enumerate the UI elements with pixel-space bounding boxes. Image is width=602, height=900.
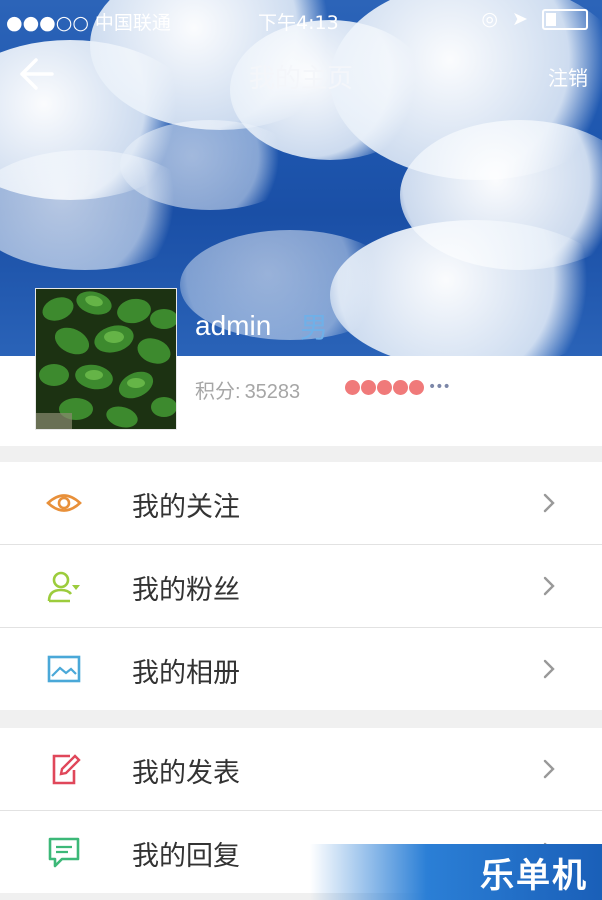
gender-label: 男 bbox=[300, 311, 329, 344]
score-value: 35283 bbox=[244, 381, 301, 403]
menu-item-label: 我的关注 bbox=[132, 492, 240, 523]
level-indicator: ••• bbox=[345, 379, 451, 395]
logout-button[interactable]: 注销 bbox=[548, 62, 588, 91]
menu-item-label: 我的发表 bbox=[132, 758, 240, 789]
menu-item-label: 我的粉丝 bbox=[132, 575, 240, 606]
level-dot bbox=[345, 379, 360, 395]
menu-item-label: 我的回复 bbox=[132, 841, 240, 872]
alarm-icon: ◎ bbox=[481, 8, 498, 30]
menu-item-label: 我的相册 bbox=[132, 658, 240, 689]
menu-item-fans[interactable]: 我的粉丝 bbox=[0, 545, 602, 628]
clock-text: 下午4:13 bbox=[258, 12, 339, 34]
eye-icon bbox=[46, 494, 82, 512]
image-icon bbox=[47, 655, 81, 683]
watermark-text: 乐单机 bbox=[480, 856, 588, 896]
score-label: 积分: bbox=[195, 381, 241, 403]
menu-item-following[interactable]: 我的关注 bbox=[0, 462, 602, 545]
menu-group-social: 我的关注 我的粉丝 我的相册 bbox=[0, 462, 602, 710]
level-dot bbox=[409, 379, 424, 395]
comment-icon bbox=[48, 837, 80, 868]
carrier-text: ●●●○○ 中国联通 bbox=[6, 12, 171, 34]
level-dot bbox=[377, 379, 392, 395]
navigation-bar: 我的主页 注销 bbox=[0, 48, 602, 102]
chevron-right-icon bbox=[543, 576, 555, 596]
more-dots: ••• bbox=[428, 379, 451, 395]
user-follow-icon bbox=[47, 571, 80, 603]
status-bar: ●●●○○ 中国联通 下午4:13 ◎ ➤ bbox=[0, 0, 602, 40]
chevron-right-icon bbox=[543, 659, 555, 679]
level-dot bbox=[361, 379, 376, 395]
menu-item-album[interactable]: 我的相册 bbox=[0, 628, 602, 710]
battery-icon bbox=[542, 9, 588, 30]
status-icons: ◎ ➤ bbox=[481, 8, 588, 30]
avatar[interactable] bbox=[35, 288, 177, 430]
location-arrow-icon: ➤ bbox=[512, 8, 528, 30]
page-title: 我的主页 bbox=[248, 64, 353, 94]
watermark-banner: 乐单机 bbox=[310, 844, 602, 900]
chevron-right-icon bbox=[543, 493, 555, 513]
username: admin bbox=[195, 310, 272, 341]
level-dot bbox=[393, 379, 408, 395]
menu-item-posts[interactable]: 我的发表 bbox=[0, 728, 602, 811]
chevron-right-icon bbox=[543, 759, 555, 779]
edit-icon bbox=[52, 754, 81, 785]
score-text: 积分: 35283 bbox=[195, 375, 300, 404]
